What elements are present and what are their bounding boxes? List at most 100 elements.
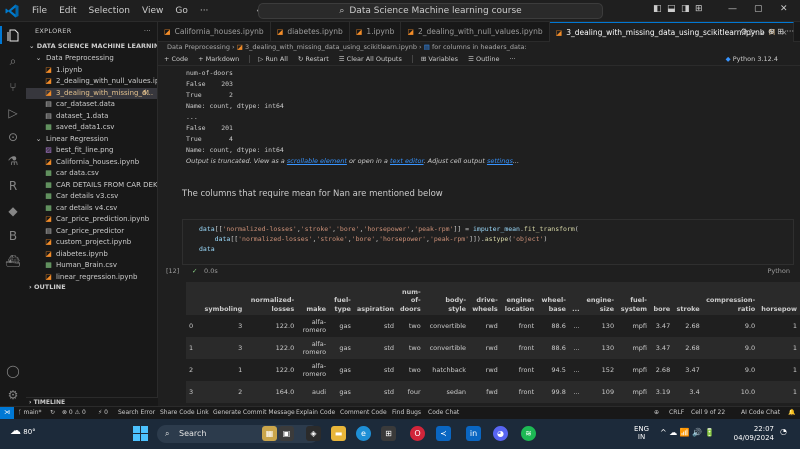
breadcrumb-file[interactable]: 3_dealing_with_missing_data_using_scikit… [245,43,417,51]
file-explorer-icon[interactable]: ▬ [331,426,346,441]
b-icon[interactable]: B [4,227,22,245]
tree-item[interactable]: ▦ Human_Brain.csv [26,260,157,272]
menu-edit[interactable]: Edit [53,6,82,16]
tree-item[interactable]: ◪ Car_price_prediction.ipynb [26,214,157,226]
markdown-cell[interactable]: The columns that require mean for Nan ar… [182,189,443,199]
customize-layout-icon[interactable]: ⊞ [695,4,703,14]
minimize-icon[interactable]: — [728,4,737,14]
start-button[interactable] [133,426,148,441]
tree-item[interactable]: ▤ dataset_1.data [26,111,157,123]
linkedin-icon[interactable]: in [466,426,481,441]
close-window-icon[interactable]: ✕ [780,4,788,14]
tree-item[interactable]: ◪ 2_dealing_with_null_values.ipynb [26,76,157,88]
code-editor[interactable]: data[['normalized-losses','stroke','bore… [199,224,579,254]
toggle-panel-icon[interactable]: ⬓ [667,4,676,14]
clear-outputs-button[interactable]: ☰ Clear All Outputs [339,52,402,65]
task-view-icon[interactable]: ▣ [279,426,294,441]
search-error-item[interactable]: Search Error [118,407,155,419]
zoom-icon[interactable]: ⊕ [654,407,659,419]
text-editor-link[interactable]: text editor [390,157,424,165]
tree-item[interactable]: ▤ Car_price_predictor [26,226,157,238]
run-all-button[interactable]: ▷ Run All [258,52,288,65]
find-bugs-item[interactable]: Find Bugs [392,407,421,419]
problems-indicator[interactable]: ⊗ 0 ⚠ 0 [62,407,86,419]
tree-item[interactable]: ◪ California_houses.ipynb [26,157,157,169]
testing-icon[interactable]: ⚗ [4,152,22,170]
remote-indicator-icon[interactable]: ⋊ [0,407,14,419]
explain-code-item[interactable]: Explain Code [296,407,335,419]
tree-item[interactable]: ◪ diabetes.ipynb [26,249,157,261]
r-icon[interactable]: R [4,177,22,195]
tree-item[interactable]: ◪ 1.ipynb [26,65,157,77]
breadcrumb-symbol[interactable]: for columns in headers_data: [432,43,527,51]
share-code-link-item[interactable]: Share Code Link [160,407,209,419]
add-markdown-cell-button[interactable]: + Markdown [198,52,239,65]
command-center-search[interactable]: ⌕ Data Science Machine learning course [258,3,603,19]
notification-icon[interactable]: ◔ [780,427,787,436]
tree-item[interactable]: ▦ saved_data1.csv [26,122,157,134]
outline-button[interactable]: ☰ Outline [468,52,499,65]
code-chat-item[interactable]: Code Chat [428,407,459,419]
copilot-icon[interactable]: ◈ [306,426,321,441]
spotify-icon[interactable]: ≋ [521,426,536,441]
tree-item[interactable]: ▤ car_dataset.data [26,99,157,111]
cell-position-item[interactable]: Cell 9 of 22 [691,407,725,419]
account-icon[interactable]: ◯ [4,362,22,380]
source-control-icon[interactable]: ⑂ [4,78,22,96]
tree-item[interactable]: ◪ custom_project.ipynb [26,237,157,249]
opera-browser-icon[interactable]: O [410,426,425,441]
tray-icons[interactable]: ^ ☁ 📶 🔊 🔋 [660,428,715,437]
code-cell[interactable]: data[['normalized-losses','stroke','bore… [182,219,794,265]
explorer-icon[interactable] [0,26,22,44]
tree-item[interactable]: ◪ 3_dealing_with_missing_d... M [26,87,157,99]
settings-link[interactable]: settings [487,157,513,165]
discord-icon[interactable]: ◕ [493,426,508,441]
toggle-secondary-sidebar-icon[interactable]: ◨ [681,4,690,14]
variables-button[interactable]: ⊞ Variables [421,52,458,65]
more-actions-icon[interactable]: ··· [144,22,151,40]
run-debug-icon[interactable]: ▷ [4,104,22,122]
ports-indicator[interactable]: ⚡ 0 [98,407,108,419]
menu-go[interactable]: Go [169,6,193,16]
editor-actions[interactable]: ⚙ ▷ ⌄ ⊕ ⊞ ··· [740,22,794,42]
clock[interactable]: 22:07 04/09/2024 [730,425,774,442]
maximize-icon[interactable]: ▢ [754,4,763,14]
menu-view[interactable]: View [136,6,169,16]
search-icon[interactable]: ⌕ [4,52,22,70]
add-code-cell-button[interactable]: + Code [164,52,188,65]
tree-item[interactable]: ▦ CAR DETAILS FROM CAR DEKH... [26,180,157,192]
tree-item[interactable]: ▦ car details v4.csv [26,203,157,215]
taskbar-search[interactable]: ⌕ Search [157,425,319,443]
remote-explorer-icon[interactable]: ⊙ [4,128,22,146]
scrollable-element-link[interactable]: scrollable element [287,157,347,165]
tree-item[interactable]: ▦ car data.csv [26,168,157,180]
tree-item[interactable]: ⌄ Data Preprocessing [26,53,157,65]
ai-code-chat-item[interactable]: AI Code Chat [741,407,780,419]
input-language[interactable]: ENG IN [634,425,649,441]
toggle-sidebar-icon[interactable]: ◧ [653,4,662,14]
notifications-bell-icon[interactable]: 🔔 [788,407,795,419]
comment-code-item[interactable]: Comment Code [340,407,387,419]
timeline-section[interactable]: › TIMELINE [26,397,158,406]
menu-selection[interactable]: Selection [83,6,136,16]
tab-diabetes[interactable]: ◪ diabetes.ipynb [271,22,350,42]
menu-more[interactable]: ··· [194,6,215,16]
workspace-root[interactable]: ⌄ DATA SCIENCE MACHINE LEARNING COURSE [26,40,157,53]
tree-item[interactable]: ▨ best_fit_line.png [26,145,157,157]
branch-indicator[interactable]: ᚴ main* [18,407,42,419]
outline-section[interactable]: › OUTLINE [26,281,157,293]
docker-icon[interactable]: ⛴ [4,252,22,270]
tree-item[interactable]: ⌄ Linear Regression [26,134,157,146]
menu-file[interactable]: File [26,6,53,16]
line-ending-item[interactable]: CRLF [669,407,684,419]
generate-commit-item[interactable]: Generate Commit Message [213,407,295,419]
edge-browser-icon[interactable]: e [356,426,371,441]
tree-item[interactable]: ▦ Car details v3.csv [26,191,157,203]
tab-california-houses[interactable]: ◪ California_houses.ipynb [158,22,271,42]
settings-icon[interactable]: ⚙ [4,386,22,404]
tab-dealing-null-values[interactable]: ◪ 2_dealing_with_null_values.ipynb [401,22,550,42]
more-toolbar-actions[interactable]: ··· [509,52,515,65]
restart-kernel-button[interactable]: ↻ Restart [298,52,329,65]
store-app-icon[interactable]: ⊞ [381,426,396,441]
tab-1[interactable]: ◪ 1.ipynb [350,22,402,42]
